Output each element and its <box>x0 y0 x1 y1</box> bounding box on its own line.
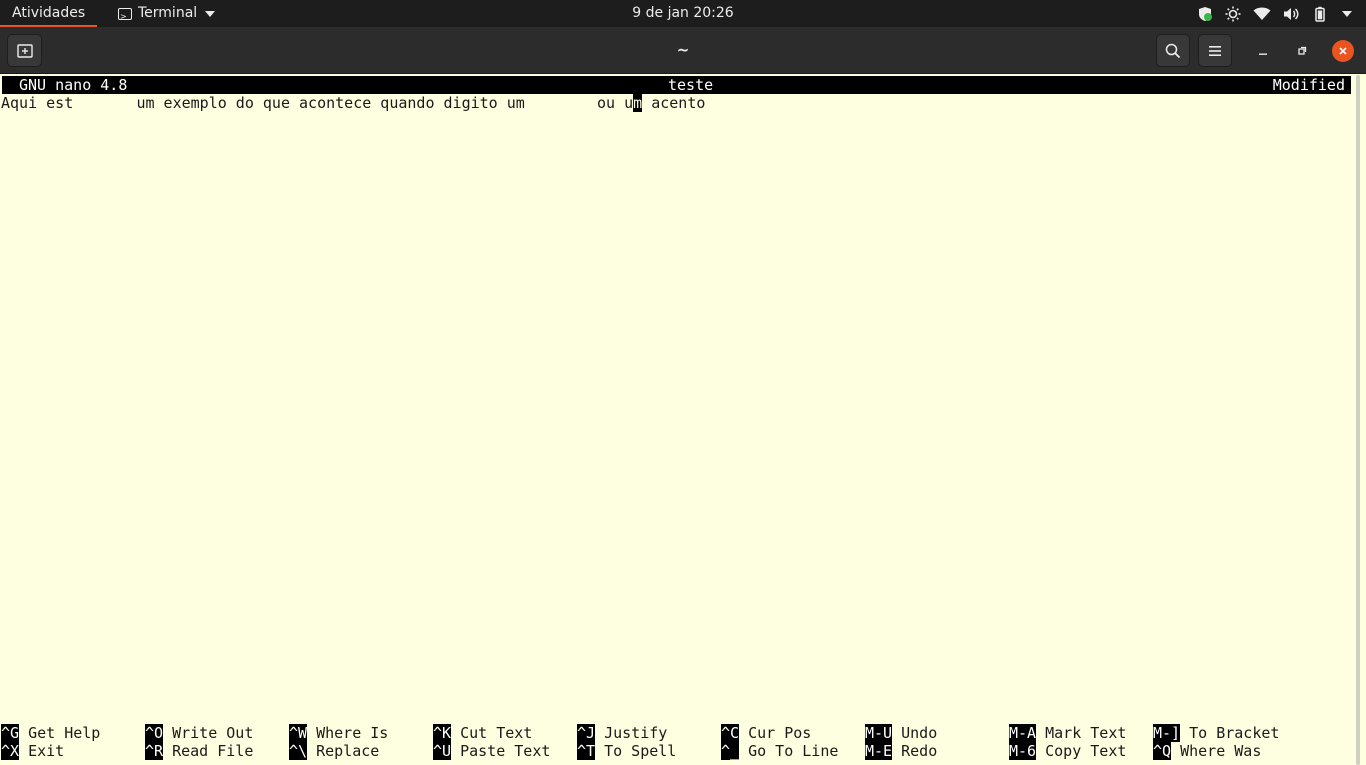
wifi-icon[interactable] <box>1253 6 1271 22</box>
app-menu[interactable]: Terminal <box>118 0 216 30</box>
terminal-headerbar: ~ <box>0 27 1366 74</box>
shortcut-label: Copy Text <box>1045 742 1127 760</box>
shortcut-exit: ^X Exit <box>1 742 64 760</box>
chevron-down-icon <box>205 10 216 17</box>
shortcut-label: Exit <box>28 742 65 760</box>
shortcut-label: Undo <box>901 724 938 742</box>
shortcut-mark-text: M-A Mark Text <box>1009 724 1126 742</box>
shortcut-paste-text: ^U Paste Text <box>433 742 550 760</box>
shortcut-label: Read File <box>172 742 254 760</box>
battery-icon[interactable] <box>1312 6 1328 22</box>
shortcut-key: ^T <box>577 742 596 760</box>
shortcut-where-is: ^W Where Is <box>289 724 388 742</box>
search-icon <box>1165 43 1181 58</box>
nano-editor[interactable]: GNU nano 4.8 teste Modified Aqui est um … <box>0 75 1366 765</box>
shortcut-label: Replace <box>316 742 380 760</box>
shortcut-key: M-U <box>865 724 893 742</box>
shortcut-key: ^U <box>433 742 452 760</box>
maximize-button[interactable] <box>1291 40 1313 62</box>
shortcut-key: M-6 <box>1009 742 1037 760</box>
minimize-button[interactable] <box>1252 40 1274 62</box>
shortcut-label: Paste Text <box>460 742 551 760</box>
shortcut-label: Cur Pos <box>748 724 812 742</box>
text-line[interactable]: Aqui est um exemplo do que acontece quan… <box>1 94 705 112</box>
shortcut-to-bracket: M-] To Bracket <box>1153 724 1279 742</box>
nano-filename: teste <box>668 76 714 94</box>
shortcut-key: M-A <box>1009 724 1037 742</box>
shortcut-go-to-line: ^_ Go To Line <box>721 742 838 760</box>
brightness-icon[interactable] <box>1225 6 1241 22</box>
shortcut-key: ^C <box>721 724 740 742</box>
shortcut-key: ^R <box>145 742 164 760</box>
text-after-cursor: acento <box>642 94 706 112</box>
shortcut-label: To Spell <box>604 742 677 760</box>
shield-icon[interactable] <box>1197 6 1213 22</box>
restore-icon <box>1298 46 1307 55</box>
shortcut-key: ^O <box>145 724 164 742</box>
shortcut-write-out: ^O Write Out <box>145 724 253 742</box>
shortcut-label: Write Out <box>172 724 254 742</box>
shortcut-key: ^\ <box>289 742 308 760</box>
system-menu-caret-icon[interactable] <box>1342 10 1352 17</box>
shortcut-key: ^X <box>1 742 20 760</box>
shortcut-get-help: ^G Get Help <box>1 724 100 742</box>
nano-modified-status: Modified <box>1272 76 1345 94</box>
shortcut-cur-pos: ^C Cur Pos <box>721 724 811 742</box>
activities-button[interactable]: Atividades <box>0 0 98 27</box>
shortcut-to-spell: ^T To Spell <box>577 742 676 760</box>
shortcut-label: Go To Line <box>748 742 839 760</box>
volume-icon[interactable] <box>1283 6 1300 22</box>
hamburger-menu-button[interactable] <box>1198 34 1232 67</box>
shortcut-label: Cut Text <box>460 724 533 742</box>
shortcut-key: M-E <box>865 742 893 760</box>
scrollbar[interactable] <box>1356 75 1360 765</box>
shortcut-key: M-] <box>1153 724 1181 742</box>
shortcut-key: ^K <box>433 724 452 742</box>
app-menu-label: Terminal <box>138 5 198 21</box>
nano-version: GNU nano 4.8 <box>19 76 128 94</box>
search-button[interactable] <box>1156 34 1190 67</box>
shortcut-label: Justify <box>604 724 668 742</box>
text-cursor: m <box>633 94 643 112</box>
shortcut-label: Get Help <box>28 724 101 742</box>
shortcut-key: ^J <box>577 724 596 742</box>
shortcut-redo: M-E Redo <box>865 742 937 760</box>
close-button[interactable] <box>1332 40 1354 62</box>
new-tab-button[interactable] <box>7 34 42 67</box>
shortcut-copy-text: M-6 Copy Text <box>1009 742 1126 760</box>
shortcut-where-was: ^Q Where Was <box>1153 742 1261 760</box>
nano-title-bar: GNU nano 4.8 teste Modified <box>2 76 1351 94</box>
terminal-icon <box>118 3 132 30</box>
shortcut-label: Where Was <box>1180 742 1262 760</box>
shortcut-key: ^G <box>1 724 20 742</box>
shortcut-label: Where Is <box>316 724 389 742</box>
shortcut-replace: ^\ Replace <box>289 742 379 760</box>
shortcut-read-file: ^R Read File <box>145 742 253 760</box>
hamburger-icon <box>1209 45 1221 56</box>
shortcut-label: Redo <box>901 742 938 760</box>
gnome-top-bar: Atividades Terminal 9 de jan 20:26 <box>0 0 1366 30</box>
shortcut-label: Mark Text <box>1045 724 1127 742</box>
shortcut-label: To Bracket <box>1189 724 1280 742</box>
text-before-cursor: Aqui est um exemplo do que acontece quan… <box>1 94 634 112</box>
system-tray[interactable] <box>1197 0 1352 27</box>
close-icon <box>1339 47 1347 55</box>
shortcut-key: ^W <box>289 724 308 742</box>
shortcut-undo: M-U Undo <box>865 724 937 742</box>
minimize-icon <box>1259 53 1267 55</box>
shortcut-key: ^_ <box>721 742 740 760</box>
shortcut-cut-text: ^K Cut Text <box>433 724 532 742</box>
new-tab-icon <box>16 43 33 58</box>
shortcut-key: ^Q <box>1153 742 1172 760</box>
shortcut-justify: ^J Justify <box>577 724 667 742</box>
